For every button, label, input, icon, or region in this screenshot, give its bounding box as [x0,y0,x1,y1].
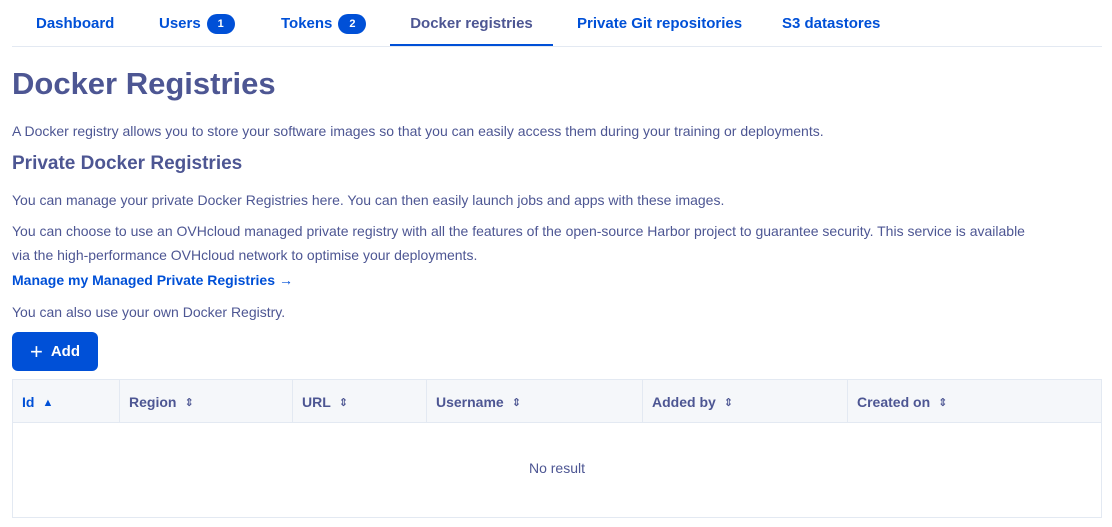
registries-table: Id ▲ Region ⇕ URL ⇕ Username ⇕ Added by ⇕ Cre… [12,379,1102,518]
column-header-id[interactable]: Id ▲ [13,380,119,422]
column-header-added-by[interactable]: Added by ⇕ [642,380,847,422]
add-button[interactable]: + Add [12,332,98,371]
own-registry-text: You can also use your own Docker Registr… [12,304,286,320]
table-header: Id ▲ Region ⇕ URL ⇕ Username ⇕ Added by ⇕ Cre… [13,380,1101,423]
tab-label: Dashboard [36,15,115,32]
tab-label: Private Git repositories [577,15,743,32]
count-badge: 2 [338,14,367,34]
tab-bar: Dashboard Users 1 Tokens 2 Docker registri… [12,0,1102,47]
column-header-region[interactable]: Region ⇕ [119,380,292,422]
empty-state-text: No result [528,460,586,476]
managed-registry-text-line-1: You can choose to use an OVHcloud manage… [12,223,1025,239]
managed-registry-text-line-2: via the high-performance OVHcloud networ… [12,247,478,263]
tab-docker-registries[interactable]: Docker registries [390,0,553,46]
manage-text: You can manage your private Docker Regis… [12,192,725,208]
chevron-up-icon: ▲ [42,397,54,409]
column-label: Region [129,394,177,410]
section-title: Private Docker Registries [12,153,243,174]
tab-s3-datastores[interactable]: S3 datastores [782,0,880,46]
chevron-up-down-icon: ⇕ [338,397,348,409]
arrow-right-icon: → [279,272,293,288]
chevron-up-down-icon: ⇕ [723,397,733,409]
tab-tokens[interactable]: Tokens 2 [281,0,367,46]
tab-label: Users [159,15,201,32]
tab-label: Docker registries [410,15,533,32]
tab-users[interactable]: Users 1 [159,0,235,46]
plus-icon: + [29,338,43,364]
tab-private-git-repositories[interactable]: Private Git repositories [577,0,742,46]
intro-text: A Docker registry allows you to store yo… [12,123,824,139]
column-label: Created on [857,394,931,410]
tab-label: Tokens [281,15,333,32]
column-label: Username [436,394,504,410]
column-header-username[interactable]: Username ⇕ [426,380,642,422]
column-label: Id [22,394,35,410]
count-badge: 1 [206,14,235,34]
column-header-created-on[interactable]: Created on ⇕ [847,380,1101,422]
column-label: Added by [652,394,716,410]
manage-managed-registries-link[interactable]: Manage my Managed Private Registries → [12,268,293,292]
page-title: Docker Registries [12,66,276,101]
column-label: URL [302,394,331,410]
link-label: Manage my Managed Private Registries [12,272,275,288]
add-button-label: Add [50,343,81,360]
chevron-up-down-icon: ⇕ [184,397,194,409]
tab-dashboard[interactable]: Dashboard [36,0,114,46]
chevron-up-down-icon: ⇕ [511,397,521,409]
chevron-up-down-icon: ⇕ [938,397,948,409]
column-header-url[interactable]: URL ⇕ [292,380,426,422]
tab-label: S3 datastores [782,15,881,32]
